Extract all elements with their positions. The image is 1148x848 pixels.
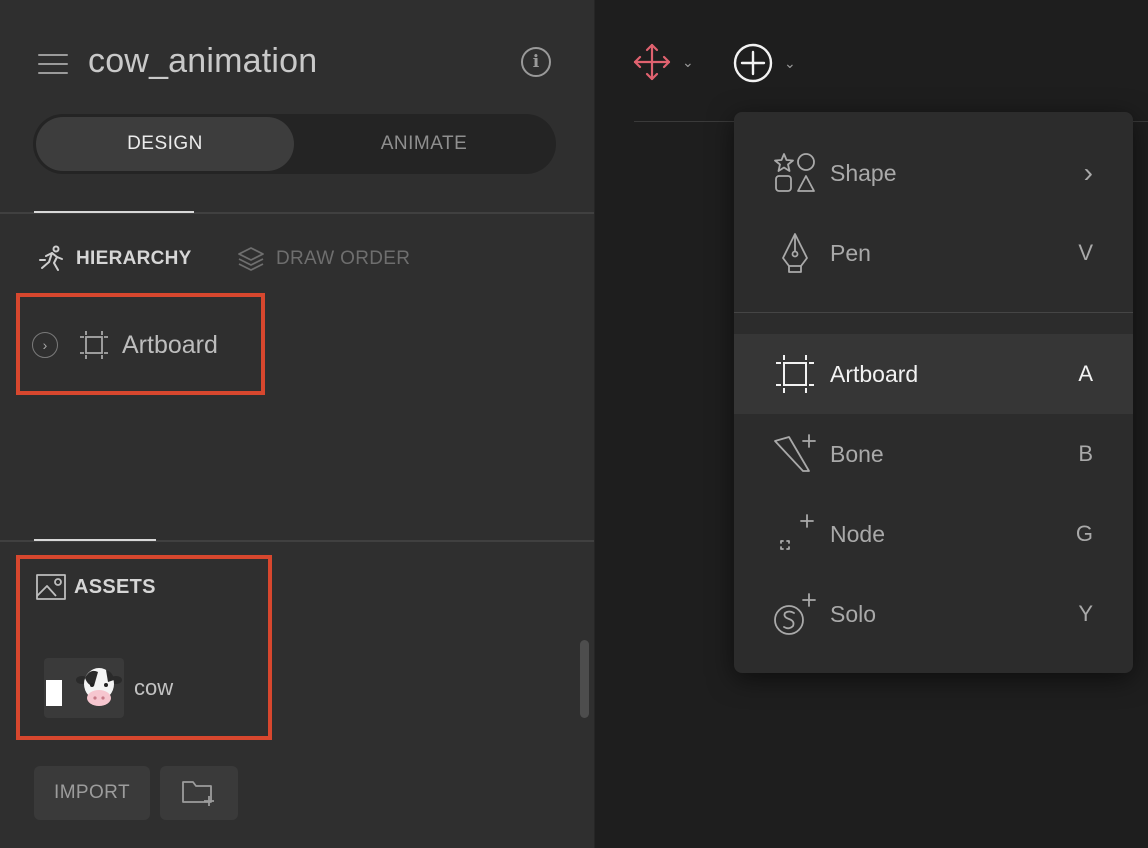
chevron-down-icon: ⌄: [682, 53, 694, 70]
mode-toggle: DESIGN ANIMATE: [33, 114, 556, 174]
scrollbar[interactable]: [580, 640, 589, 718]
tab-draw-order-label: DRAW ORDER: [276, 248, 411, 269]
menu-item-label: Bone: [830, 440, 884, 467]
menu-item-pen[interactable]: Pen V: [734, 213, 1133, 293]
menu-item-label: Shape: [830, 159, 897, 186]
menu-item-shortcut: A: [1078, 361, 1093, 386]
add-tool-button[interactable]: ⌄: [732, 42, 796, 84]
menu-item-artboard[interactable]: Artboard A: [734, 334, 1133, 414]
solo-icon: [772, 591, 818, 637]
submenu-chevron: ›: [1083, 157, 1093, 188]
add-circle-icon: [733, 43, 773, 83]
tab-hierarchy-label: HIERARCHY: [76, 248, 192, 269]
layers-icon: [238, 247, 264, 271]
tab-animate[interactable]: ANIMATE: [295, 117, 553, 171]
menu-item-label: Node: [830, 520, 885, 547]
bone-icon: [772, 431, 818, 477]
shapes-icon: [772, 150, 818, 196]
move-tool-button[interactable]: ⌄: [632, 42, 694, 82]
hamburger-menu-icon[interactable]: [36, 48, 70, 80]
new-folder-button[interactable]: [160, 766, 238, 820]
tab-draw-order[interactable]: DRAW ORDER: [236, 244, 410, 274]
artboard-icon: [772, 351, 818, 397]
info-icon[interactable]: i: [521, 47, 551, 77]
document-title: cow_animation: [88, 42, 318, 80]
menu-item-label: Pen: [830, 239, 871, 266]
tab-hierarchy[interactable]: HIERARCHY: [36, 244, 192, 274]
menu-item-shape[interactable]: Shape ›: [734, 133, 1133, 213]
new-folder-icon: [182, 781, 214, 806]
menu-item-shortcut: Y: [1078, 601, 1093, 626]
menu-item-solo[interactable]: Solo Y: [734, 574, 1133, 654]
menu-item-node[interactable]: Node G: [734, 494, 1133, 574]
add-menu: Shape › Pen V Artboard A Bone B Node G S…: [734, 112, 1133, 673]
pen-icon: [772, 230, 818, 276]
move-arrows-icon: [633, 43, 671, 81]
menu-item-label: Artboard: [830, 360, 919, 387]
tab-design[interactable]: DESIGN: [36, 117, 294, 171]
running-figure-icon: [39, 245, 63, 271]
annotation-highlight-box: [16, 555, 272, 740]
active-section-indicator: [34, 539, 156, 541]
node-icon: [772, 511, 818, 557]
annotation-highlight-box: [16, 293, 265, 395]
chevron-down-icon: ⌄: [784, 54, 796, 71]
left-panel: cow_animation i DESIGN ANIMATE HIERARCHY…: [0, 0, 595, 848]
active-section-indicator: [34, 211, 194, 213]
import-button[interactable]: IMPORT: [34, 766, 150, 820]
menu-item-label: Solo: [830, 600, 877, 627]
menu-separator: [734, 312, 1133, 313]
menu-item-bone[interactable]: Bone B: [734, 414, 1133, 494]
menu-item-shortcut: V: [1078, 240, 1093, 265]
menu-item-shortcut: B: [1078, 441, 1093, 466]
menu-item-shortcut: G: [1075, 521, 1093, 546]
